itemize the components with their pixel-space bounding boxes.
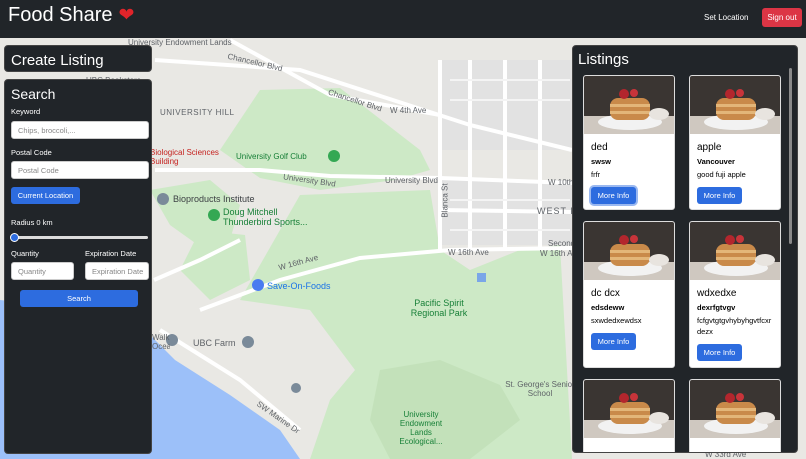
listing-description: sxwdedxewdsx	[591, 316, 642, 325]
postal-code-input[interactable]: Postal Code	[11, 161, 149, 179]
radius-label: Radius 0 km	[11, 218, 53, 227]
search-title: Search	[11, 86, 56, 102]
map-label: W 4th Ave	[390, 106, 427, 115]
map-label: University Blvd	[385, 176, 438, 185]
map-label: W 16th Ave	[448, 248, 489, 257]
map-label: St. George's Senior School	[505, 380, 575, 398]
listing-card: apple Vancouver good fuji apple More Inf…	[689, 75, 781, 210]
listing-description: frfr	[591, 170, 601, 179]
listing-card: dc dcx edsdeww sxwdedxewdsx More Info	[583, 221, 675, 368]
map-label: Save-On-Foods	[267, 281, 331, 291]
search-button[interactable]: Search	[20, 290, 138, 307]
map-label: Pacific Spirit Regional Park	[410, 298, 468, 318]
map-label: Bioproducts Institute	[173, 194, 255, 204]
listings-title: Listings	[578, 51, 629, 68]
more-info-button[interactable]: More Info	[697, 187, 742, 204]
map-label: Walk Ocean	[152, 333, 170, 351]
navbar: Food Share ❤ Set Location Sign out	[0, 0, 806, 38]
map-label: Doug Mitchell Thunderbird Sports...	[223, 207, 308, 227]
pancake-image	[690, 380, 780, 438]
listing-user: dexrfgtvgv	[697, 303, 736, 312]
listings-scrollbar[interactable]	[789, 68, 792, 244]
map-label: UNIVERSITY HILL	[160, 108, 235, 117]
pancake-image	[584, 76, 674, 134]
heart-icon: ❤	[118, 5, 135, 26]
listing-title: ded	[591, 142, 608, 153]
current-location-button[interactable]: Current Location	[11, 187, 80, 204]
listing-card	[583, 379, 675, 452]
expiration-date-label: Expiration Date	[85, 249, 137, 258]
brand[interactable]: Food Share ❤	[8, 4, 134, 27]
radius-slider-thumb[interactable]	[10, 233, 19, 242]
listing-user: Vancouver	[697, 157, 735, 166]
listing-user: edsdeww	[591, 303, 625, 312]
pancake-image	[584, 222, 674, 280]
keyword-input[interactable]: Chips, broccoli,...	[11, 121, 149, 139]
sign-out-button[interactable]: Sign out	[762, 8, 802, 27]
map-label: W 10th	[548, 178, 574, 187]
map-label: Biological Sciences Building	[150, 148, 219, 166]
map-label: Blanca St	[440, 183, 450, 218]
listing-card: ded swsw frfr More Info	[583, 75, 675, 210]
listing-description: fcfgvtgtgvhybyhgvtfcxr dezx	[697, 316, 772, 336]
create-listing-title[interactable]: Create Listing	[5, 46, 151, 69]
listing-card: wdxedxe dexrfgtvgv fcfgvtgtgvhybyhgvtfcx…	[689, 221, 781, 368]
radius-slider[interactable]	[11, 236, 148, 239]
more-info-button[interactable]: More Info	[591, 187, 636, 204]
expiration-date-input[interactable]: Expiration Date	[85, 262, 149, 280]
listing-title: apple	[697, 142, 722, 153]
listing-card	[689, 379, 781, 452]
listings-panel: Listings ded swsw frfr More Info apple V…	[572, 45, 798, 453]
listing-user: swsw	[591, 157, 612, 166]
listing-title: wdxedxe	[697, 288, 737, 299]
quantity-label: Quantity	[11, 249, 39, 258]
map-label: UBC Farm	[193, 338, 236, 348]
pancake-image	[584, 380, 674, 438]
map-label: University Golf Club	[236, 152, 307, 161]
listing-description: good fuji apple	[697, 170, 746, 179]
more-info-button[interactable]: More Info	[591, 333, 636, 350]
brand-title: Food Share	[8, 4, 113, 26]
search-panel: Search Keyword Chips, broccoli,... Posta…	[4, 79, 152, 454]
set-location-link[interactable]: Set Location	[704, 13, 748, 22]
create-listing-panel[interactable]: Create Listing	[4, 45, 152, 72]
postal-code-label: Postal Code	[11, 148, 52, 157]
pancake-image	[690, 222, 780, 280]
keyword-label: Keyword	[11, 107, 41, 116]
pancake-image	[690, 76, 780, 134]
quantity-input[interactable]: Quantity	[11, 262, 74, 280]
more-info-button[interactable]: More Info	[697, 344, 742, 361]
map-label: University Endowment Lands Ecological...	[399, 410, 443, 446]
listing-title: dc dcx	[591, 288, 620, 299]
